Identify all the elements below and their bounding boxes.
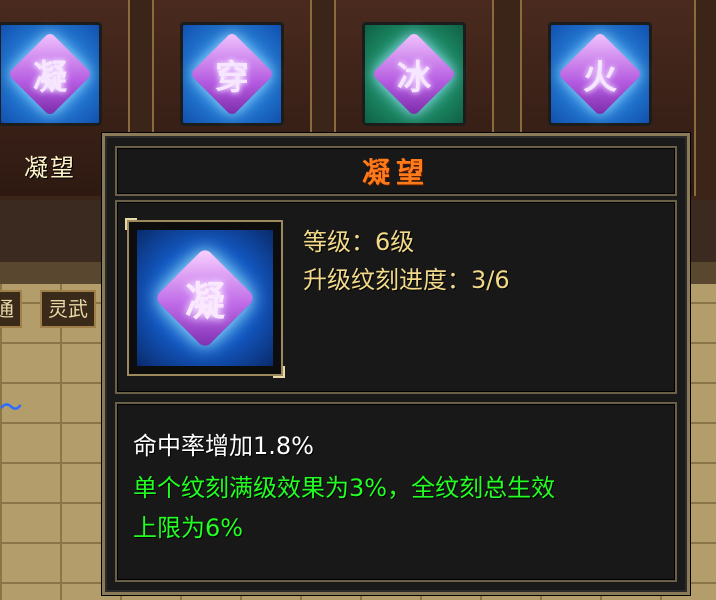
tab-lingwu[interactable]: 灵武 xyxy=(40,290,96,328)
chuan-icon: 穿 xyxy=(180,22,284,126)
map-marker: 〜 xyxy=(0,396,23,421)
upgrade-progress: 升级纹刻进度：3/6 xyxy=(303,266,510,294)
bonus-description-line-2: 上限为6% xyxy=(133,514,244,542)
tooltip-desc-panel: 命中率增加1.8% 单个纹刻满级效果为3%，全纹刻总生效 上限为6% xyxy=(115,402,677,582)
ningwang-large-icon: 凝 xyxy=(137,230,273,366)
tooltip-info-panel: 凝 等级：6级 升级纹刻进度：3/6 xyxy=(115,200,677,394)
huo-icon: 火 xyxy=(548,22,652,126)
bing-icon: 冰 xyxy=(362,22,466,126)
tooltip-title-bar: 凝望 xyxy=(115,146,677,196)
tooltip-title: 凝望 xyxy=(361,156,430,189)
tab-tong[interactable]: 通 xyxy=(0,290,22,328)
ningwang-icon: 凝 xyxy=(0,22,102,126)
skill-tooltip: 凝望 凝 等级：6级 升级纹刻进度：3/6 命中率增加1.8% 单个纹刻满级效果… xyxy=(102,133,690,595)
skill-icon-frame: 凝 xyxy=(125,218,285,378)
skill-level: 等级：6级 xyxy=(303,228,415,256)
effect-description: 命中率增加1.8% xyxy=(133,432,314,460)
bonus-description-line-1: 单个纹刻满级效果为3%，全纹刻总生效 xyxy=(133,474,556,502)
